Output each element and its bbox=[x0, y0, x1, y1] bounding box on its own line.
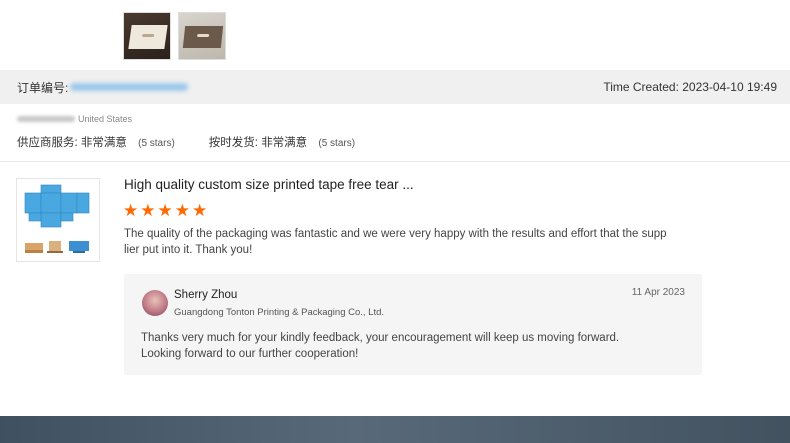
star-icon: ★ bbox=[174, 201, 190, 220]
star-icon: ★ bbox=[123, 201, 139, 220]
review-text: The quality of the packaging was fantast… bbox=[124, 228, 667, 256]
order-number-value-blurred bbox=[70, 83, 189, 91]
product-thumbnail[interactable] bbox=[16, 178, 100, 262]
supplier-ratings: 供应商服务: 非常满意 (5 stars) 按时发货: 非常满意 (5 star… bbox=[17, 134, 355, 150]
reply-author-name: Sherry Zhou bbox=[174, 289, 238, 301]
rating-label: 按时发货: bbox=[208, 137, 258, 149]
review-star-rating: ★ ★ ★ ★ ★ bbox=[123, 201, 207, 221]
order-number: 订单编号: bbox=[17, 79, 189, 96]
rating-value: 非常满意 bbox=[261, 137, 308, 149]
rating-label: 供应商服务: bbox=[17, 137, 78, 149]
star-icon: ★ bbox=[157, 201, 173, 220]
rating-on-time-delivery: 按时发货: 非常满意 (5 stars) bbox=[209, 134, 355, 150]
star-icon: ★ bbox=[192, 201, 208, 220]
review-product-title[interactable]: High quality custom size printed tape fr… bbox=[124, 177, 414, 192]
rating-stars-text: (5 stars) bbox=[318, 138, 356, 149]
star-icon: ★ bbox=[140, 201, 156, 220]
bottom-banner bbox=[0, 416, 790, 443]
reply-text-line: Thanks very much for your kindly feedbac… bbox=[141, 332, 620, 344]
section-divider bbox=[0, 161, 790, 162]
time-created: Time Created: 2023-04-10 19:49 bbox=[603, 80, 777, 94]
avatar bbox=[142, 290, 168, 316]
buyer-name-blurred bbox=[17, 116, 75, 122]
reply-text-line: Looking forward to our further cooperati… bbox=[141, 347, 359, 360]
order-header: 订单编号: Time Created: 2023-04-10 19:49 bbox=[0, 70, 790, 104]
buyer-info: United States bbox=[17, 114, 132, 124]
supplier-reply: Sherry Zhou Guangdong Tonton Printing & … bbox=[124, 274, 702, 375]
review-photos bbox=[123, 12, 226, 60]
review-photo-2[interactable] bbox=[178, 12, 226, 60]
reply-text: Thanks very much for your kindly feedbac… bbox=[141, 331, 661, 362]
review-photo-1[interactable] bbox=[123, 12, 171, 60]
rating-stars-text: (5 stars) bbox=[138, 138, 175, 149]
reply-date: 11 Apr 2023 bbox=[631, 287, 685, 298]
buyer-country: United States bbox=[78, 114, 133, 124]
order-number-label: 订单编号: bbox=[17, 80, 69, 95]
product-dieline-image bbox=[24, 184, 90, 253]
rating-value: 非常满意 bbox=[80, 137, 127, 149]
reply-company: Guangdong Tonton Printing & Packaging Co… bbox=[174, 307, 385, 318]
rating-supplier-service: 供应商服务: 非常满意 (5 stars) bbox=[17, 134, 175, 150]
